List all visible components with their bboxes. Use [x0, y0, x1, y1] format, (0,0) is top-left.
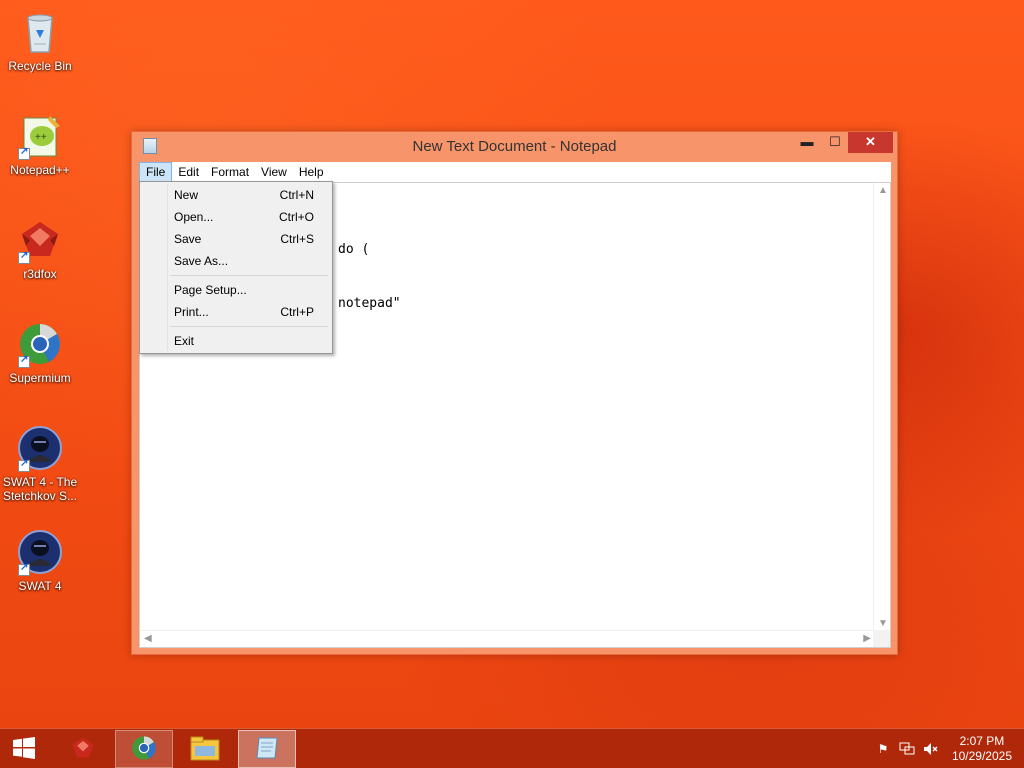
action-center-flag-icon[interactable]: ⚑ — [875, 742, 891, 756]
windows-logo-icon — [12, 736, 36, 763]
menu-item-save[interactable]: Save Ctrl+S — [142, 228, 330, 250]
desktop-icon-swat4-stetchkov[interactable]: SWAT 4 - The Stetchkov S... — [0, 424, 80, 503]
swat4-icon — [16, 424, 64, 472]
minimize-button[interactable]: ▬ — [794, 132, 820, 153]
supermium-icon — [130, 734, 158, 765]
editor-line: notepad" — [338, 296, 401, 311]
menu-item-shortcut: Ctrl+N — [279, 188, 314, 202]
vertical-scrollbar[interactable]: ▲ ▼ — [873, 183, 890, 631]
taskbar: ⚑ 2:07 PM 10/29/2025 — [0, 728, 1024, 768]
desktop-icon-label: r3dfox — [23, 267, 57, 281]
menu-item-page-setup[interactable]: Page Setup... — [142, 279, 330, 301]
shortcut-arrow-icon — [18, 354, 30, 368]
horizontal-scrollbar[interactable]: ◀ ▶ — [140, 630, 875, 647]
supermium-icon — [16, 320, 64, 368]
clock-time: 2:07 PM — [959, 734, 1005, 748]
menu-item-label: Open... — [174, 210, 214, 224]
system-clock[interactable]: 2:07 PM 10/29/2025 — [952, 734, 1012, 764]
menu-view[interactable]: View — [255, 162, 293, 182]
menu-separator — [170, 326, 328, 327]
desktop-icon-label: SWAT 4 - The Stetchkov S... — [2, 475, 78, 503]
menu-format[interactable]: Format — [205, 162, 255, 182]
desktop-icon-recycle-bin[interactable]: Recycle Bin — [0, 8, 80, 73]
desktop-icon-label: Recycle Bin — [8, 59, 72, 73]
svg-text:++: ++ — [35, 132, 47, 143]
file-menu-dropdown: New Ctrl+N Open... Ctrl+O Save Ctrl+S Sa… — [139, 181, 333, 354]
menu-file[interactable]: File — [139, 162, 173, 182]
resize-grip-icon[interactable] — [873, 630, 890, 647]
shortcut-arrow-icon — [18, 562, 30, 576]
network-icon[interactable] — [899, 742, 915, 756]
editor-content[interactable]: do ( notepad" — [338, 205, 401, 349]
shortcut-arrow-icon — [18, 146, 30, 160]
menu-item-open[interactable]: Open... Ctrl+O — [142, 206, 330, 228]
clock-date: 10/29/2025 — [951, 749, 1012, 763]
file-explorer-icon — [189, 734, 221, 765]
menu-item-label: Save As... — [174, 254, 229, 268]
desktop-icon-supermium[interactable]: Supermium — [0, 320, 80, 385]
taskbar-app-file-explorer[interactable] — [176, 730, 234, 768]
taskbar-app-notepad[interactable] — [238, 730, 296, 768]
notepad-icon — [253, 734, 281, 765]
menu-item-shortcut: Ctrl+S — [280, 232, 314, 246]
menu-help[interactable]: Help — [293, 162, 330, 182]
menu-edit[interactable]: Edit — [172, 162, 205, 182]
menu-item-new[interactable]: New Ctrl+N — [142, 184, 330, 206]
menu-item-print[interactable]: Print... Ctrl+P — [142, 301, 330, 323]
volume-muted-icon[interactable] — [923, 742, 939, 756]
desktop-icon-label: Supermium — [9, 371, 71, 385]
menu-item-label: New — [174, 188, 199, 202]
notepad-plus-plus-icon: ++ — [16, 112, 64, 160]
desktop-icon-label: SWAT 4 — [18, 579, 62, 593]
r3dfox-icon — [16, 216, 64, 264]
menu-item-save-as[interactable]: Save As... — [142, 250, 330, 272]
window-title: New Text Document - Notepad — [412, 138, 617, 155]
close-button[interactable]: ✕ — [848, 132, 893, 153]
menu-item-shortcut: Ctrl+P — [280, 305, 314, 319]
menu-separator — [170, 275, 328, 276]
desktop-icon-swat4[interactable]: SWAT 4 — [0, 528, 80, 593]
scroll-down-icon[interactable]: ▼ — [878, 618, 888, 629]
scroll-right-icon[interactable]: ▶ — [863, 633, 871, 644]
scroll-left-icon[interactable]: ◀ — [144, 633, 152, 644]
taskbar-app-r3dfox[interactable] — [54, 730, 112, 768]
menu-item-label: Save — [174, 232, 202, 246]
start-button[interactable] — [0, 730, 48, 768]
menu-item-label: Exit — [174, 334, 195, 348]
desktop-icon-label: Notepad++ — [10, 163, 70, 177]
shortcut-arrow-icon — [18, 250, 30, 264]
desktop-icon-notepad-plus-plus[interactable]: ++ Notepad++ — [0, 112, 80, 177]
desktop-icon-r3dfox[interactable]: r3dfox — [0, 216, 80, 281]
menu-item-shortcut: Ctrl+O — [278, 210, 314, 224]
menu-item-label: Page Setup... — [174, 283, 247, 297]
menu-item-label: Print... — [174, 305, 209, 319]
menu-item-exit[interactable]: Exit — [142, 330, 330, 352]
menu-bar: File Edit Format View Help — [139, 162, 891, 182]
shortcut-arrow-icon — [18, 458, 30, 472]
editor-line: do ( — [338, 242, 370, 257]
r3dfox-icon — [68, 734, 98, 765]
maximize-button[interactable]: ☐ — [822, 132, 848, 153]
swat4-icon — [16, 528, 64, 576]
recycle-bin-icon — [16, 8, 64, 56]
scroll-up-icon[interactable]: ▲ — [878, 185, 888, 196]
title-bar[interactable]: New Text Document - Notepad ▬ ☐ ✕ — [132, 132, 897, 162]
taskbar-app-supermium[interactable] — [115, 730, 173, 768]
